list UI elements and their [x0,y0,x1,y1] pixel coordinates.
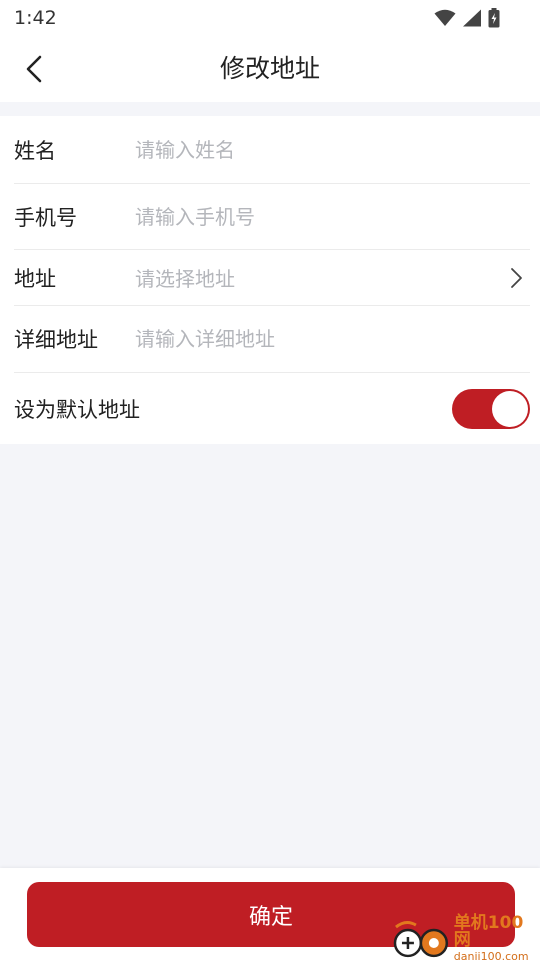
phone-row: 手机号 [14,184,530,250]
phone-input[interactable] [135,204,530,229]
status-bar: 1:42 [0,0,540,36]
name-label: 姓名 [14,138,56,163]
address-form: 姓名 手机号 地址 请选择地址 详细地址 设为默认地址 [0,116,540,444]
default-address-toggle[interactable] [452,388,530,429]
bottom-bar: 确定 [0,868,540,960]
address-select-row[interactable]: 地址 请选择地址 [14,250,530,306]
default-row: 设为默认地址 [14,373,530,444]
signal-icon [463,9,481,27]
toggle-knob [492,390,528,427]
detail-input[interactable] [135,327,530,351]
name-input[interactable] [135,137,530,162]
address-label: 地址 [14,266,56,291]
phone-label: 手机号 [14,205,77,230]
detail-row: 详细地址 [14,306,530,373]
address-select-placeholder: 请选择地址 [135,267,235,291]
detail-label: 详细地址 [14,328,98,352]
status-icons [434,8,500,28]
page-title: 修改地址 [219,54,320,83]
name-row: 姓名 [14,116,530,184]
back-button[interactable] [14,48,54,90]
chevron-left-icon [26,55,42,83]
confirm-button[interactable]: 确定 [27,882,515,947]
chevron-right-icon [511,267,522,288]
wifi-icon [434,9,456,26]
default-label: 设为默认地址 [14,397,140,422]
battery-icon [488,8,500,28]
status-time: 1:42 [14,7,57,29]
nav-bar: 修改地址 [0,36,540,102]
